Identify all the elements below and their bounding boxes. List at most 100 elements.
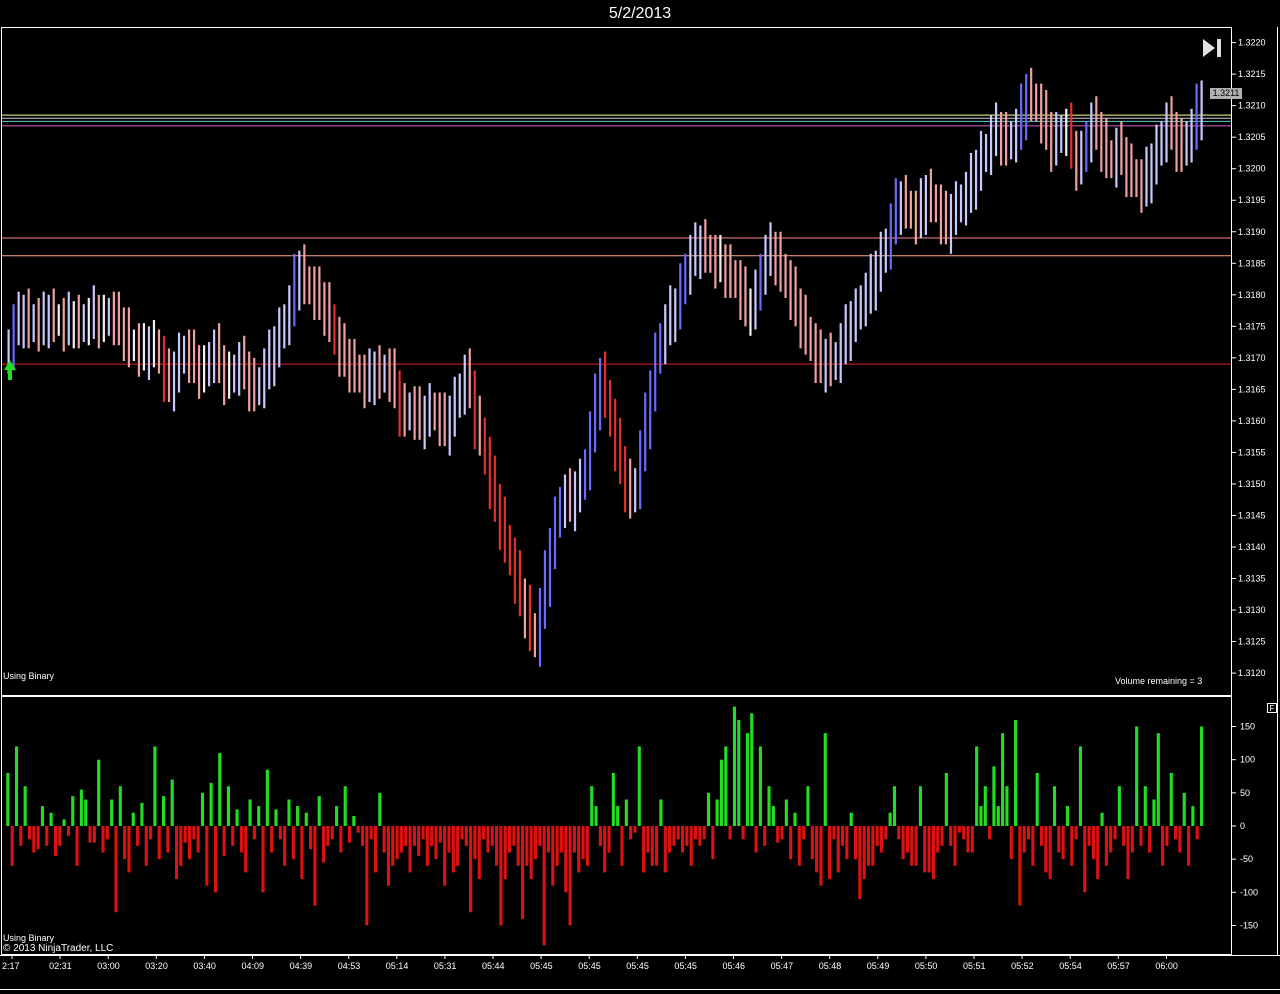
ohlc-bar bbox=[328, 282, 331, 343]
time-tick-label: 05:50 bbox=[915, 961, 938, 971]
histogram-bar bbox=[637, 746, 641, 826]
histogram-bar bbox=[101, 826, 105, 853]
time-tick-label: 05:44 bbox=[482, 961, 505, 971]
histogram-bar bbox=[32, 826, 36, 853]
histogram-bar bbox=[105, 826, 109, 840]
histogram-bar bbox=[1148, 826, 1152, 853]
histogram-bar bbox=[1191, 806, 1195, 826]
histogram-bar bbox=[927, 826, 931, 873]
ohlc-bar bbox=[844, 304, 847, 365]
histogram-bar bbox=[763, 826, 767, 846]
ohlc-bar bbox=[503, 496, 506, 563]
price-axis[interactable]: 1.3220 1.3215 1.3210 1.3205 1.3200 1.3195 1.31… bbox=[1232, 38, 1266, 678]
histogram-bar bbox=[347, 826, 352, 843]
ohlc-bar bbox=[223, 345, 226, 406]
time-tick-label: 05:49 bbox=[867, 961, 890, 971]
histogram-bar bbox=[546, 826, 551, 853]
ohlc-bar bbox=[634, 468, 637, 513]
histogram-bar bbox=[711, 826, 715, 860]
ohlc-bar bbox=[899, 181, 902, 235]
price-tick-label: 1.3160 bbox=[1238, 416, 1266, 426]
ohlc-bar bbox=[879, 231, 882, 292]
histogram-bar bbox=[953, 826, 957, 866]
skip-to-end-icon[interactable] bbox=[1200, 36, 1226, 60]
ohlc-bar bbox=[102, 294, 105, 343]
ohlc-bar bbox=[1040, 83, 1043, 144]
histogram-bar bbox=[127, 826, 131, 873]
ohlc-bar bbox=[293, 253, 296, 327]
time-tick-label: 05:45 bbox=[626, 961, 649, 971]
ohlc-bar bbox=[909, 190, 912, 229]
histogram-bar bbox=[918, 786, 922, 826]
ohlc-bar bbox=[343, 323, 346, 377]
ohlc-bar bbox=[919, 178, 922, 239]
ohlc-bar bbox=[1090, 102, 1093, 163]
ohlc-bar bbox=[533, 613, 537, 658]
histogram-bar bbox=[966, 826, 970, 853]
time-tick-label: 03:00 bbox=[97, 961, 120, 971]
ohlc-bar bbox=[288, 285, 291, 346]
histogram-bar bbox=[257, 806, 261, 826]
ohlc-bar bbox=[97, 294, 100, 349]
histogram-bar bbox=[1178, 826, 1182, 853]
ohlc-bar bbox=[162, 335, 166, 402]
histogram-bar bbox=[425, 826, 429, 866]
histogram-bar bbox=[564, 826, 568, 893]
histogram-bar bbox=[352, 816, 356, 826]
histogram-bar bbox=[892, 786, 897, 826]
ohlc-bar bbox=[994, 102, 998, 157]
histogram-bar bbox=[611, 772, 615, 826]
ohlc-bar bbox=[192, 329, 196, 384]
histogram-bar bbox=[79, 789, 83, 826]
ohlc-bar bbox=[854, 288, 857, 343]
histogram-bar bbox=[369, 826, 373, 840]
ohlc-bar bbox=[1010, 121, 1013, 160]
histogram-bar bbox=[849, 812, 853, 826]
histogram-bar bbox=[1100, 812, 1104, 826]
price-chart[interactable]: 1.3220 1.3215 1.3210 1.3205 1.3200 1.3195 1.31… bbox=[0, 0, 1280, 994]
histogram-bar bbox=[131, 812, 135, 826]
histogram-bar bbox=[936, 826, 940, 853]
histogram-bar bbox=[845, 826, 849, 860]
ohlc-bar bbox=[323, 282, 326, 336]
histogram-bar bbox=[322, 826, 326, 863]
ohlc-bar bbox=[258, 367, 261, 406]
time-axis[interactable]: 2:17 02:31 03:00 03:20 03:40 04:09 04:39 04:53 0… bbox=[2, 955, 1178, 971]
histogram-bar bbox=[676, 826, 680, 840]
histogram-bar bbox=[1195, 826, 1199, 840]
ohlc-bar bbox=[1085, 121, 1088, 172]
histogram-bar bbox=[940, 826, 944, 846]
histogram-bar bbox=[1161, 826, 1165, 866]
histogram-bar bbox=[19, 826, 23, 846]
panel-format-button[interactable]: F bbox=[1267, 703, 1277, 713]
time-tick-label: 05:14 bbox=[386, 961, 409, 971]
histogram-bar bbox=[283, 826, 287, 866]
histogram-bar bbox=[447, 826, 451, 853]
price-tick-label: 1.3135 bbox=[1238, 574, 1266, 584]
ohlc-bar bbox=[303, 244, 306, 305]
histogram-bar bbox=[879, 826, 884, 853]
histogram-bar bbox=[698, 826, 702, 846]
ohlc-bar bbox=[528, 584, 532, 652]
histogram-bar bbox=[92, 826, 96, 843]
histogram-bar bbox=[655, 826, 659, 866]
histogram-bar bbox=[239, 826, 243, 853]
ohlc-bar bbox=[508, 524, 511, 576]
histogram-bar bbox=[300, 826, 304, 880]
histogram-bar bbox=[525, 826, 529, 866]
histogram-axis[interactable]: 150 100 50 0 -50 -100 -150 bbox=[1232, 722, 1258, 931]
ohlc-bar bbox=[563, 474, 567, 529]
ohlc-bar bbox=[904, 175, 907, 229]
histogram-bar bbox=[477, 826, 481, 880]
histogram-bar bbox=[841, 826, 845, 846]
horizontal-price-lines bbox=[2, 114, 1231, 365]
ohlc-bar bbox=[233, 354, 236, 393]
histogram-bar bbox=[992, 766, 996, 826]
histogram-bar bbox=[975, 746, 979, 826]
histogram-bar bbox=[274, 809, 278, 826]
price-tick-label: 1.3220 bbox=[1238, 38, 1266, 48]
ohlc-bar bbox=[458, 373, 461, 418]
histogram-bar bbox=[149, 826, 153, 840]
ohlc-bar bbox=[538, 587, 542, 667]
ohlc-bar bbox=[253, 357, 256, 412]
